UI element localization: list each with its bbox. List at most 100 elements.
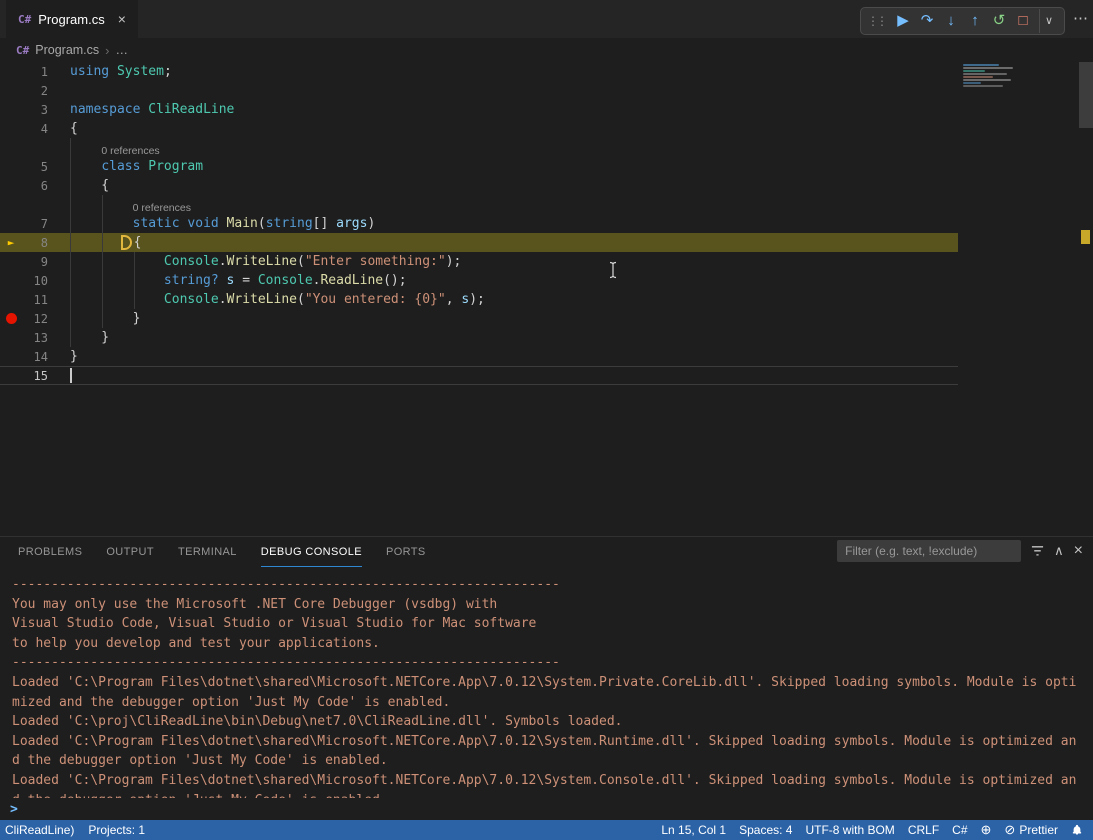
editor-line-11[interactable]: 11 Console.WriteLine("You entered: {0}",… bbox=[0, 290, 958, 309]
editor-line-14[interactable]: 14} bbox=[0, 347, 958, 366]
line-number: 8 bbox=[22, 236, 48, 250]
code-text[interactable]: Console.WriteLine("Enter something:"); bbox=[70, 254, 461, 269]
editor-line-9[interactable]: 9 Console.WriteLine("Enter something:"); bbox=[0, 252, 958, 271]
code-editor[interactable]: 1using System; 2 3namespace CliReadLine4{ 0… bbox=[0, 62, 1093, 536]
status-network[interactable]: ⊕ bbox=[981, 822, 992, 838]
panel-tab-ports[interactable]: PORTS bbox=[386, 538, 426, 567]
status-task-label: CliReadLine) bbox=[5, 823, 74, 837]
dropdown-icon[interactable]: ∨ bbox=[1039, 9, 1058, 33]
panel-tab-output[interactable]: OUTPUT bbox=[106, 538, 154, 567]
filter-icon[interactable] bbox=[1031, 545, 1044, 557]
editor-line-13[interactable]: 13 } bbox=[0, 328, 958, 347]
editor-rows: 1using System; 2 3namespace CliReadLine4{ 0… bbox=[0, 62, 958, 385]
code-text[interactable]: namespace CliReadLine bbox=[70, 102, 234, 117]
editor-line-4[interactable]: 4{ bbox=[0, 119, 958, 138]
status-cursor-position-label: Ln 15, Col 1 bbox=[661, 823, 726, 837]
editor-line-10[interactable]: 10 string? s = Console.ReadLine(); bbox=[0, 271, 958, 290]
editor-line-3[interactable]: 3namespace CliReadLine bbox=[0, 100, 958, 119]
minimap[interactable] bbox=[963, 64, 1021, 96]
glyph-margin[interactable] bbox=[0, 157, 22, 176]
glyph-margin[interactable] bbox=[0, 214, 22, 233]
status-cursor-position[interactable]: Ln 15, Col 1 bbox=[661, 823, 726, 837]
status-task[interactable]: CliReadLine) bbox=[5, 823, 74, 837]
breadcrumb-file[interactable]: Program.cs bbox=[35, 43, 99, 57]
code-text[interactable]: { bbox=[70, 178, 109, 193]
continue-icon[interactable]: ▶ bbox=[891, 9, 915, 33]
debug-console-input[interactable]: > bbox=[0, 800, 1093, 818]
filter-input[interactable] bbox=[837, 540, 1021, 562]
codelens-references[interactable]: 0 references bbox=[133, 202, 191, 214]
line-number: 13 bbox=[22, 331, 48, 345]
code-text[interactable]: } bbox=[70, 311, 140, 326]
panel-tab-debug-console[interactable]: DEBUG CONSOLE bbox=[261, 538, 362, 567]
code-text[interactable]: } bbox=[70, 330, 109, 345]
tab-program-cs[interactable]: C# Program.cs × bbox=[6, 0, 139, 38]
chevron-up-icon[interactable]: ∧ bbox=[1054, 543, 1064, 559]
stop-icon[interactable]: □ bbox=[1011, 9, 1035, 33]
breadcrumb-symbol[interactable]: … bbox=[116, 43, 129, 57]
code-text[interactable]: { bbox=[70, 235, 141, 250]
editor-line-12[interactable]: 12 } bbox=[0, 309, 958, 328]
status-eol[interactable]: CRLF bbox=[908, 823, 939, 837]
status-prettier[interactable]: ⊘Prettier bbox=[1004, 822, 1058, 838]
line-number: 2 bbox=[22, 84, 48, 98]
glyph-margin[interactable] bbox=[0, 271, 22, 290]
editor-line-5[interactable]: 5 class Program bbox=[0, 157, 958, 176]
step-over-icon[interactable]: ↷ bbox=[915, 9, 939, 33]
breakpoint-icon[interactable] bbox=[0, 309, 22, 328]
code-text[interactable]: Console.WriteLine("You entered: {0}", s)… bbox=[70, 292, 485, 307]
debug-current-line-arrow-icon[interactable]: ► bbox=[0, 233, 22, 252]
code-text[interactable]: static void Main(string[] args) bbox=[70, 216, 375, 231]
code-text[interactable]: string? s = Console.ReadLine(); bbox=[70, 273, 407, 288]
scrollbar-thumb[interactable] bbox=[1079, 62, 1093, 128]
restart-icon[interactable]: ↺ bbox=[987, 9, 1011, 33]
code-text[interactable]: { bbox=[70, 121, 78, 136]
step-into-icon[interactable]: ↓ bbox=[939, 9, 963, 33]
status-language-mode[interactable]: C# bbox=[952, 823, 967, 837]
glyph-margin[interactable] bbox=[0, 62, 22, 81]
bottom-panel: PROBLEMS OUTPUT TERMINAL DEBUG CONSOLE PORTS… bbox=[0, 536, 1093, 820]
editor-scrollbar[interactable] bbox=[1079, 62, 1093, 536]
editor-line-6[interactable]: 6 { bbox=[0, 176, 958, 195]
glyph-margin[interactable] bbox=[0, 366, 22, 385]
panel-tab-terminal[interactable]: TERMINAL bbox=[178, 538, 237, 567]
status-encoding-label: UTF-8 with BOM bbox=[805, 823, 894, 837]
editor-line-8[interactable]: ►8 { bbox=[0, 233, 958, 252]
editor-line-1[interactable]: 1using System; bbox=[0, 62, 958, 81]
status-encoding[interactable]: UTF-8 with BOM bbox=[805, 823, 894, 837]
status-projects[interactable]: Projects: 1 bbox=[88, 823, 145, 837]
status-bar: CliReadLine) Projects: 1 Ln 15, Col 1 Spac… bbox=[0, 820, 1093, 840]
code-text[interactable]: } bbox=[70, 349, 78, 364]
console-line: Loaded 'C:\Program Files\dotnet\shared\M… bbox=[12, 673, 1093, 693]
glyph-margin[interactable] bbox=[0, 252, 22, 271]
status-notifications[interactable] bbox=[1071, 824, 1083, 837]
console-line: d the debugger option 'Just My Code' is … bbox=[12, 791, 1093, 798]
close-panel-icon[interactable]: × bbox=[1074, 542, 1083, 560]
status-indentation[interactable]: Spaces: 4 bbox=[739, 823, 792, 837]
console-line: to help you develop and test your applic… bbox=[12, 634, 1093, 654]
editor-line-7[interactable]: 7 static void Main(string[] args) bbox=[0, 214, 958, 233]
close-tab-icon[interactable]: × bbox=[118, 11, 126, 27]
toolbar-drag-handle-icon[interactable]: ⋮⋮ bbox=[867, 14, 885, 28]
glyph-margin[interactable] bbox=[0, 119, 22, 138]
status-prettier-label: Prettier bbox=[1019, 823, 1058, 837]
glyph-margin[interactable] bbox=[0, 290, 22, 309]
panel-tab-problems[interactable]: PROBLEMS bbox=[18, 538, 82, 567]
overview-ruler-debug-marker bbox=[1081, 230, 1090, 244]
more-actions-icon[interactable]: ⋯ bbox=[1073, 9, 1088, 27]
code-text[interactable]: class Program bbox=[70, 159, 203, 174]
glyph-margin[interactable] bbox=[0, 81, 22, 100]
editor-line-15[interactable]: 15 bbox=[0, 366, 958, 385]
glyph-margin[interactable] bbox=[0, 328, 22, 347]
step-out-icon[interactable]: ↑ bbox=[963, 9, 987, 33]
glyph-margin[interactable] bbox=[0, 100, 22, 119]
code-text[interactable] bbox=[70, 368, 72, 383]
code-text[interactable]: using System; bbox=[70, 64, 172, 79]
glyph-margin[interactable] bbox=[0, 176, 22, 195]
breadcrumb-separator-icon: › bbox=[105, 43, 109, 58]
breakpoint-dot bbox=[6, 313, 17, 324]
codelens-references[interactable]: 0 references bbox=[101, 145, 159, 157]
prompt-chevron-icon: > bbox=[10, 802, 18, 817]
glyph-margin[interactable] bbox=[0, 347, 22, 366]
editor-line-2[interactable]: 2 bbox=[0, 81, 958, 100]
